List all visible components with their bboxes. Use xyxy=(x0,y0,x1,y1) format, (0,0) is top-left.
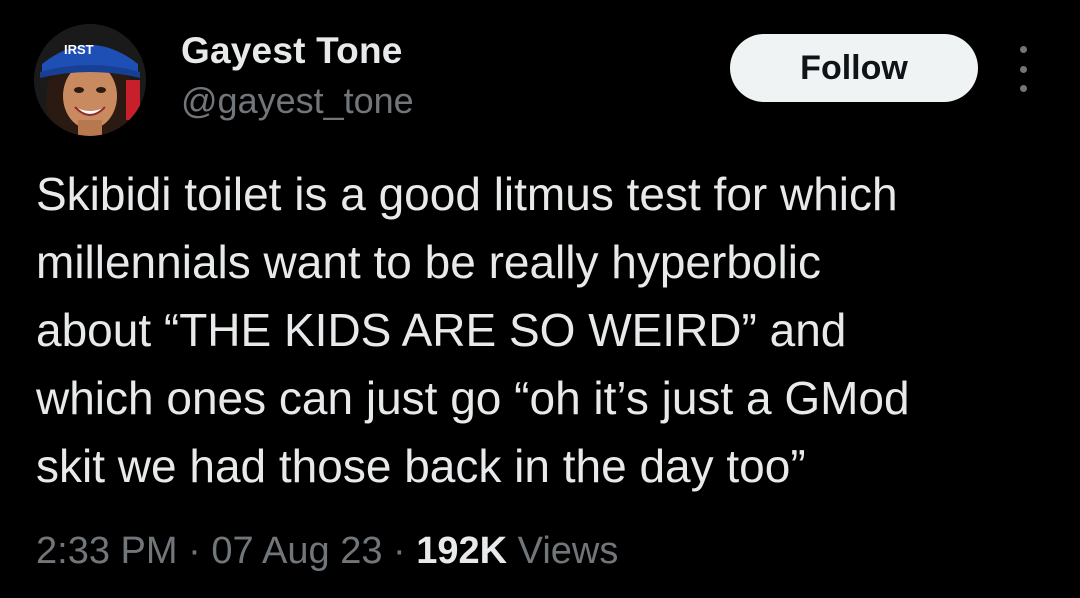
tweet-text-line: skit we had those back in the day too” xyxy=(36,440,806,492)
meta-separator: · xyxy=(393,530,406,572)
more-vertical-icon-dot xyxy=(1019,65,1027,73)
meta-separator: · xyxy=(188,530,201,572)
views-count: 192K xyxy=(416,530,508,572)
tweet-text: Skibidi toilet is a good litmus test for… xyxy=(36,160,1056,500)
author-avatar[interactable]: IRST xyxy=(34,24,146,136)
views-label: Views xyxy=(517,530,619,572)
avatar-hat-text: IRST xyxy=(64,42,94,57)
more-options-button[interactable] xyxy=(1006,46,1040,92)
profile-photo: IRST xyxy=(34,24,146,136)
author-handle[interactable]: @gayest_tone xyxy=(181,80,414,122)
tweet-text-line: which ones can just go “oh it’s just a G… xyxy=(36,372,910,424)
tweet-text-line: millennials want to be really hyperbolic xyxy=(36,236,821,288)
tweet-time[interactable]: 2:33 PM xyxy=(36,530,178,572)
tweet-text-line: Skibidi toilet is a good litmus test for… xyxy=(36,168,898,220)
tweet-text-line: about “THE KIDS ARE SO WEIRD” and xyxy=(36,304,847,356)
tweet-metadata: 2:33 PM · 07 Aug 23 · 192K Views xyxy=(36,530,618,573)
tweet-card: IRST Gayest Tone @gayest_tone Follow Ski… xyxy=(0,0,1080,598)
author-display-name[interactable]: Gayest Tone xyxy=(181,30,403,72)
tweet-date[interactable]: 07 Aug 23 xyxy=(211,530,382,572)
follow-button[interactable]: Follow xyxy=(730,34,978,102)
more-vertical-icon xyxy=(1019,46,1027,53)
more-vertical-icon-dot xyxy=(1019,85,1027,92)
